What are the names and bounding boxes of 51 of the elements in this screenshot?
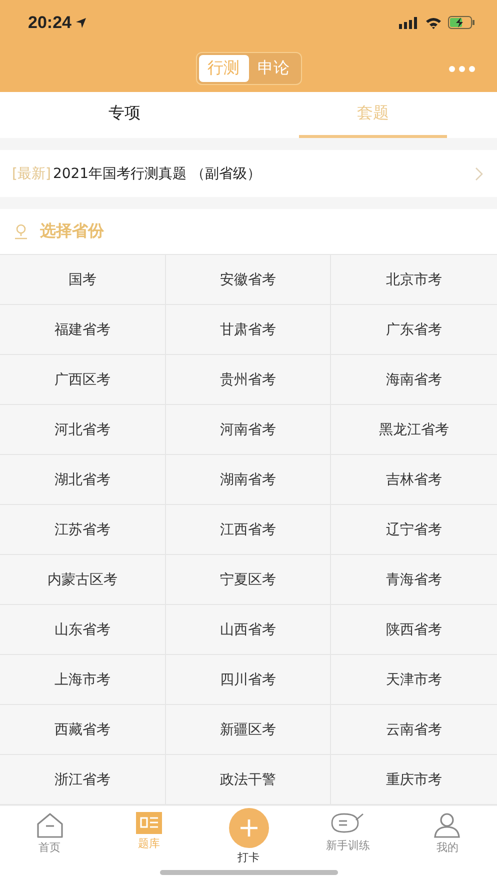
province-button[interactable]: 安徽省考 [166, 255, 332, 305]
province-button[interactable]: 湖南省考 [166, 455, 332, 505]
province-button[interactable]: 海南省考 [331, 355, 497, 405]
province-button[interactable]: 黑龙江省考 [331, 405, 497, 455]
location-arrow-icon [75, 16, 88, 28]
more-icon[interactable] [449, 66, 475, 72]
province-button[interactable]: 贵州省考 [166, 355, 332, 405]
province-button[interactable]: 陕西省考 [331, 605, 497, 655]
location-pin-icon [14, 224, 28, 240]
chevron-right-icon [475, 166, 483, 180]
province-button[interactable]: 上海市考 [0, 655, 166, 705]
province-button[interactable]: 河北省考 [0, 405, 166, 455]
signal-icon [399, 16, 419, 28]
battery-charging-icon [448, 16, 475, 29]
house-icon [34, 812, 65, 838]
province-button[interactable]: 山东省考 [0, 605, 166, 655]
province-button[interactable]: 新疆区考 [166, 705, 332, 755]
province-button[interactable]: 辽宁省考 [331, 505, 497, 555]
province-button[interactable]: 甘肃省考 [166, 305, 332, 355]
province-button[interactable]: 湖北省考 [0, 455, 166, 505]
province-button[interactable]: 重庆市考 [331, 755, 497, 805]
province-button[interactable]: 四川省考 [166, 655, 332, 705]
list-book-icon [136, 812, 162, 834]
province-button[interactable]: 西藏省考 [0, 705, 166, 755]
province-button[interactable]: 江西省考 [166, 505, 332, 555]
province-button[interactable]: 政法干警 [166, 755, 332, 805]
wifi-icon [425, 16, 442, 28]
province-button[interactable]: 天津市考 [331, 655, 497, 705]
section-title: 选择省份 [40, 221, 104, 242]
province-button[interactable]: 河南省考 [166, 405, 332, 455]
province-button[interactable]: 内蒙古区考 [0, 555, 166, 605]
province-button[interactable]: 青海省考 [331, 555, 497, 605]
nav-tab[interactable]: 打卡 [198, 808, 298, 865]
status-time: 20:24 [28, 12, 72, 32]
province-button[interactable]: 国考 [0, 255, 166, 305]
province-button[interactable]: 江苏省考 [0, 505, 166, 555]
province-button[interactable]: 吉林省考 [331, 455, 497, 505]
nav-tab[interactable]: 新手训练 [298, 812, 398, 853]
province-button[interactable]: 云南省考 [331, 705, 497, 755]
province-button[interactable]: 北京市考 [331, 255, 497, 305]
new-tag: [最新] [12, 164, 51, 182]
province-button[interactable]: 山西省考 [166, 605, 332, 655]
province-button[interactable]: 广西区考 [0, 355, 166, 405]
add-icon [228, 808, 269, 848]
banner-row[interactable]: [最新]2021年国考行测真题 （副省级） [0, 150, 497, 197]
province-button[interactable]: 福建省考 [0, 305, 166, 355]
person-icon [432, 812, 462, 838]
province-button[interactable]: 浙江省考 [0, 755, 166, 805]
banner-title: 2021年国考行测真题 （副省级） [52, 164, 262, 182]
province-button[interactable]: 广东省考 [331, 305, 497, 355]
province-button[interactable]: 宁夏区考 [166, 555, 332, 605]
